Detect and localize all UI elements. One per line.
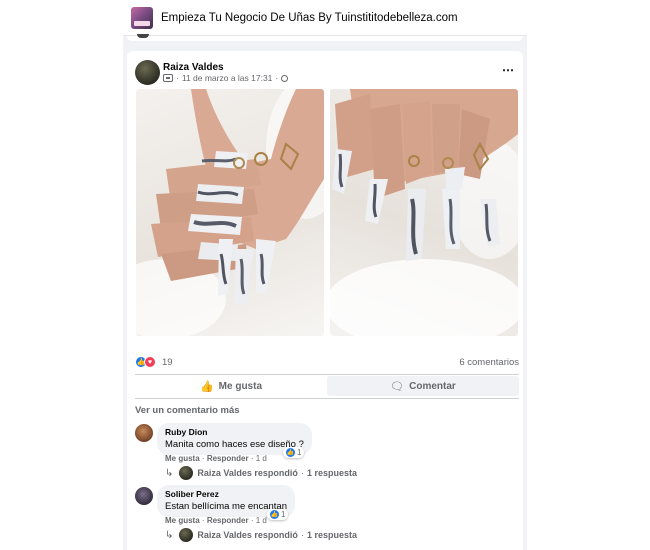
post-card: Raiza Valdes · 11 de marzo a las 17:31 ·…: [127, 51, 523, 550]
like-button-label: Me gusta: [218, 380, 263, 392]
globe-icon: [281, 74, 289, 82]
comment-action-sep: ·: [250, 454, 254, 463]
comment-reaction-badge[interactable]: 👍 1: [267, 509, 289, 520]
post-photo-2[interactable]: [330, 89, 518, 336]
like-button[interactable]: 👍 Me gusta: [135, 376, 327, 396]
reply-count: 1 respuesta: [306, 530, 357, 540]
comment-time[interactable]: 1 d: [256, 516, 267, 525]
meta-separator: ·: [176, 73, 179, 83]
comment-action-sep: ·: [201, 516, 205, 525]
reply-author-avatar: [179, 528, 194, 542]
left-margin: [0, 0, 123, 550]
commenter-name[interactable]: Soliber Perez: [165, 489, 287, 499]
post-photo-1[interactable]: [136, 89, 324, 336]
post-author[interactable]: Raiza Valdes: [163, 62, 224, 73]
reply-author-avatar: [179, 466, 194, 480]
reply-thread-link[interactable]: ↳ Raiza Valdes respondió · 1 respuesta: [165, 466, 357, 480]
comment-reaction-badge[interactable]: 👍 1: [283, 447, 305, 458]
group-title[interactable]: Empieza Tu Negocio De Uñas By Tuinstitit…: [161, 12, 458, 24]
more-options-icon[interactable]: ⋯: [502, 63, 514, 77]
like-mini-icon: 👍: [270, 510, 279, 519]
comment-like-link[interactable]: Me gusta: [165, 516, 200, 525]
previous-post-card: [127, 36, 523, 41]
reply-author: Raiza Valdes respondió: [197, 468, 298, 478]
reaction-summary[interactable]: 👍 ♥ 19: [135, 356, 173, 368]
comment-reply-link[interactable]: Responder: [207, 454, 249, 463]
right-margin: [527, 0, 650, 550]
comment-button[interactable]: 🗨 Comentar: [327, 376, 519, 396]
comment-action-sep: ·: [201, 454, 205, 463]
nail-photo-illustration-2: [330, 89, 518, 336]
thumbs-up-icon: 👍: [199, 380, 214, 393]
comment-button-label: Comentar: [409, 380, 456, 392]
reply-count: 1 respuesta: [306, 468, 357, 478]
love-reaction-icon: ♥: [144, 356, 156, 368]
group-thumbnail-icon[interactable]: [131, 6, 153, 29]
nail-photo-illustration-1: [136, 89, 324, 336]
commenter-avatar[interactable]: [135, 487, 153, 505]
view-more-comments-link[interactable]: Ver un comentario más: [135, 405, 240, 416]
commenter-name[interactable]: Ruby Dion: [165, 427, 304, 437]
reaction-count[interactable]: 19: [162, 357, 173, 368]
reply-sep: ·: [300, 530, 304, 540]
reply-sep: ·: [300, 468, 304, 478]
like-mini-icon: 👍: [286, 448, 295, 457]
divider-bottom: [135, 398, 519, 399]
comment-time[interactable]: 1 d: [256, 454, 267, 463]
comment-count[interactable]: 6 comentarios: [459, 357, 519, 368]
speech-bubble-icon: 🗨: [390, 380, 405, 393]
comment-reaction-count: 1: [281, 510, 286, 519]
comment-actions: Me gusta · Responder · 1 d: [165, 454, 267, 463]
meta-separator-2: ·: [275, 73, 279, 83]
comment-reply-link[interactable]: Responder: [207, 516, 249, 525]
divider-top: [135, 374, 519, 375]
comment-reaction-count: 1: [297, 448, 302, 457]
comment-action-sep: ·: [250, 516, 254, 525]
post-meta: · 11 de marzo a las 17:31 ·: [163, 73, 289, 83]
reply-arrow-icon: ↳: [165, 529, 174, 541]
comment-actions: Me gusta · Responder · 1 d: [165, 516, 267, 525]
commenter-avatar[interactable]: [135, 424, 153, 442]
member-badge-icon: [163, 74, 173, 82]
post-timestamp[interactable]: 11 de marzo a las 17:31: [182, 73, 273, 83]
comment-like-link[interactable]: Me gusta: [165, 454, 200, 463]
reply-author: Raiza Valdes respondió: [197, 530, 298, 540]
reply-arrow-icon: ↳: [165, 467, 174, 479]
reply-thread-link[interactable]: ↳ Raiza Valdes respondió · 1 respuesta: [165, 528, 357, 542]
group-header[interactable]: Empieza Tu Negocio De Uñas By Tuinstitit…: [123, 0, 527, 36]
post-actions: 👍 Me gusta 🗨 Comentar: [135, 376, 519, 396]
author-avatar[interactable]: [135, 60, 160, 85]
